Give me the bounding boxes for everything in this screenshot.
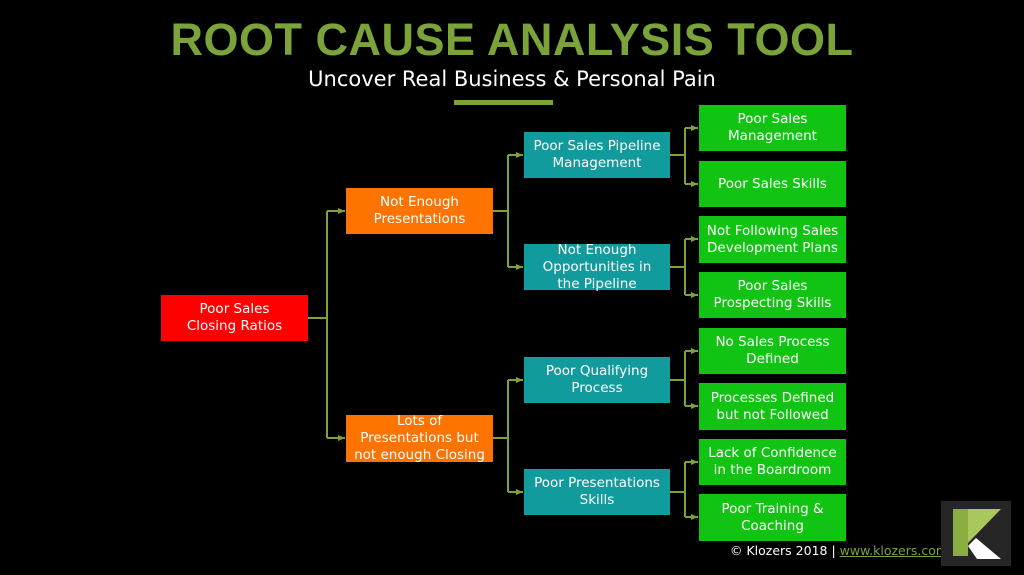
level1-node: Not Enough Presentations [346,188,493,234]
connector-l1b [493,380,509,492]
level3-node: Not Following Sales Development Plans [699,216,846,263]
copyright-footer: © Klozers 2018 | www.klozers.com [730,543,948,558]
connector-l1a [493,155,509,267]
level2-node: Poor Sales Pipeline Management [524,132,670,178]
level3-node: Lack of Confidence in the Boardroom [699,439,846,485]
connector-l2b [670,239,686,295]
level2-node: Poor Qualifying Process [524,357,670,403]
level3-node: No Sales Process Defined [699,328,846,374]
level3-node: Poor Sales Management [699,105,846,151]
copyright-text: © Klozers 2018 | [730,543,840,558]
connector-l2a [670,128,686,184]
connector-root [308,211,328,438]
level3-node: Processes Defined but not Followed [699,383,846,430]
root-cause-node: Poor Sales Closing Ratios [161,295,308,341]
level3-node: Poor Sales Skills [699,161,846,207]
level1-node: Lots of Presentations but not enough Clo… [346,413,493,463]
k-logo-icon [953,509,1001,559]
connector-l2c [670,351,686,406]
level3-node: Poor Sales Prospecting Skills [699,272,846,318]
connector-l2d [670,462,686,517]
connector-lines [308,125,698,520]
level2-node: Poor Presentations Skills [524,469,670,515]
klozers-logo [941,501,1011,566]
website-link[interactable]: www.klozers.com [840,543,948,558]
level2-node: Not Enough Opportunities in the Pipeline [524,242,670,292]
level3-node: Poor Training & Coaching [699,494,846,541]
